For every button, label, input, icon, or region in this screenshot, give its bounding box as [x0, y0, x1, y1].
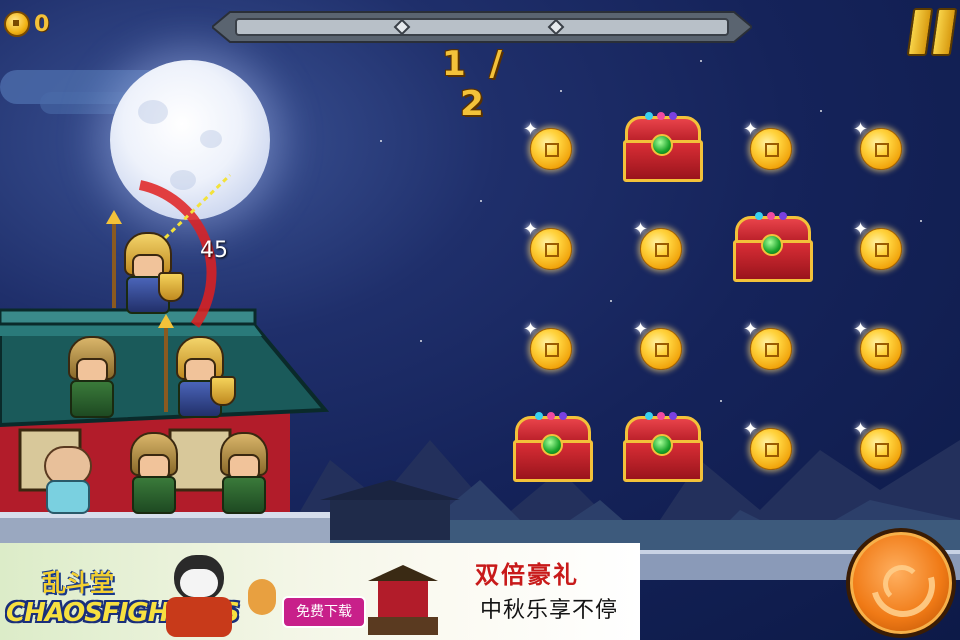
treasure-chest-pickup[interactable] [513, 412, 593, 482]
gold-coin-pickup[interactable] [743, 319, 792, 370]
gold-coin-pickup[interactable] [853, 219, 902, 270]
pause-icon [906, 8, 934, 56]
treasure-chest-pickup[interactable] [733, 212, 813, 282]
gold-coin-pickup[interactable] [853, 419, 902, 470]
pause-button[interactable] [906, 6, 958, 56]
coin-counter: 0 [4, 10, 49, 38]
gold-coin-pickup[interactable] [853, 319, 902, 370]
gold-coin-pickup[interactable] [633, 319, 682, 370]
game-stage[interactable]: 45 0 1 / 2 [0, 0, 960, 640]
ad-character-illustration [160, 549, 240, 637]
gold-coin-pickup[interactable] [743, 419, 792, 470]
ad-download-button[interactable]: 免费下载 [282, 596, 366, 628]
gold-coin-pickup[interactable] [523, 319, 572, 370]
gold-coin-pickup[interactable] [633, 219, 682, 270]
skill-button[interactable] [846, 528, 956, 638]
coin-icon [4, 11, 30, 37]
gold-coin-pickup[interactable] [743, 119, 792, 170]
wave-counter: 1 / 2 [442, 44, 508, 124]
ad-character-small [248, 579, 276, 615]
gold-coin-pickup[interactable] [853, 119, 902, 170]
pause-icon [930, 8, 958, 56]
ad-headline: 双倍豪礼 [475, 560, 579, 589]
treasure-chest-pickup[interactable] [623, 412, 703, 482]
level-progress-bar [212, 11, 752, 43]
ad-pagoda-illustration [368, 547, 438, 637]
gold-coin-pickup[interactable] [523, 219, 572, 270]
ad-logo-chinese: 乱斗堂 [42, 569, 114, 597]
treasure-chest-pickup[interactable] [623, 112, 703, 182]
coin-count: 0 [34, 11, 50, 37]
ad-subline: 中秋乐享不停 [480, 598, 619, 623]
gold-coin-pickup[interactable] [523, 119, 572, 170]
